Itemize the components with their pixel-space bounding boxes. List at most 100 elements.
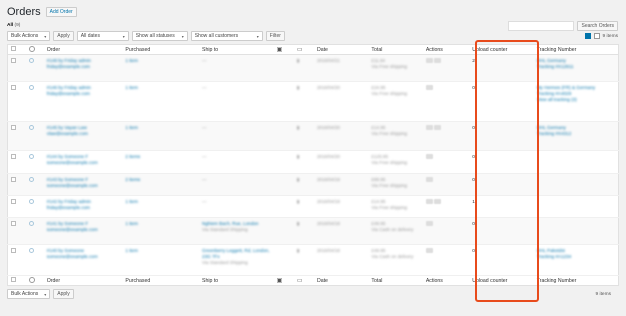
- purchased-column-footer: Purchased: [122, 275, 200, 286]
- date-column-header[interactable]: Date: [313, 44, 369, 55]
- add-order-button[interactable]: Add Order: [45, 7, 77, 17]
- table-row[interactable]: #148 by Friday admin friday@example.com 1…: [7, 54, 619, 82]
- table-row[interactable]: #140 by Someone someone@example.com 1 ite…: [7, 244, 619, 276]
- upload-counter-column-header: Upload counter: [469, 44, 534, 55]
- page-title: Orders: [7, 6, 41, 18]
- purchased-items[interactable]: 1 item: [125, 125, 196, 131]
- status-circle-icon: [28, 45, 35, 52]
- customer-email[interactable]: friday@example.com: [47, 64, 120, 70]
- tracking-number[interactable]: Tracking #X4312: [537, 131, 615, 137]
- view-all-tracking-link[interactable]: View all tracking (3): [537, 97, 615, 103]
- notes-icon: ▮: [296, 248, 300, 253]
- upload-counter-value: 2: [472, 59, 475, 64]
- apply-button[interactable]: Apply: [53, 289, 74, 299]
- order-date: 2016/04/18: [316, 248, 340, 253]
- items-count: 9 items: [602, 33, 618, 39]
- order-column-header[interactable]: Order: [43, 44, 123, 55]
- complete-action-icon[interactable]: [425, 125, 433, 130]
- upload-counter-column-footer: Upload counter: [469, 275, 534, 286]
- filter-button[interactable]: Filter: [265, 31, 285, 41]
- view-action-icon[interactable]: [425, 221, 433, 226]
- purchased-items[interactable]: 2 items: [125, 177, 196, 183]
- ship-to[interactable]: Greenberry Leggett, Rd, London, 23G 7Fx: [202, 248, 271, 260]
- dates-filter-select[interactable]: All dates ▾: [76, 31, 129, 41]
- total-column-header[interactable]: Total: [368, 44, 423, 55]
- chevron-down-icon: ▾: [256, 33, 259, 39]
- search-orders-button[interactable]: Search Orders: [577, 21, 618, 31]
- order-column-footer[interactable]: Order: [43, 275, 123, 286]
- customer-email[interactable]: friday@example.com: [47, 91, 120, 97]
- bulk-actions-select[interactable]: Bulk Actions ▾: [7, 289, 51, 299]
- bulk-actions-select[interactable]: Bulk Actions ▾: [7, 31, 51, 41]
- view-action-icon[interactable]: [425, 154, 433, 159]
- complete-action-icon[interactable]: [425, 58, 433, 63]
- status-column-header[interactable]: [25, 44, 44, 55]
- order-status-icon: [28, 177, 34, 182]
- table-row[interactable]: #142 by Friday admin friday@example.com 1…: [7, 195, 619, 218]
- tracking-number[interactable]: Tracking #A1234: [537, 254, 615, 260]
- view-action-icon[interactable]: [425, 85, 433, 90]
- dates-filter-label: All dates: [80, 33, 100, 39]
- complete-action-icon[interactable]: [425, 199, 433, 204]
- view-switch: 9 items: [584, 33, 618, 39]
- customer-email[interactable]: someone@example.com: [47, 183, 120, 189]
- row-checkbox[interactable]: [11, 125, 16, 130]
- items-count: 9 items: [595, 291, 611, 297]
- order-status-icon: [28, 85, 34, 90]
- row-checkbox[interactable]: [11, 58, 16, 63]
- purchased-items[interactable]: 1 item: [125, 199, 196, 205]
- row-checkbox[interactable]: [11, 248, 16, 253]
- ship-to: —: [202, 199, 207, 204]
- view-action-icon[interactable]: [433, 58, 441, 63]
- row-checkbox[interactable]: [11, 199, 16, 204]
- select-all-checkbox[interactable]: [11, 277, 16, 282]
- customer-email[interactable]: someone@example.com: [47, 160, 120, 166]
- notes-icon: ▮: [296, 221, 300, 226]
- row-checkbox[interactable]: [11, 154, 16, 159]
- table-row[interactable]: #144 by Someone Fsomeone@example.com 2 i…: [7, 150, 619, 174]
- order-date: 2016/04/19: [316, 199, 340, 204]
- table-row[interactable]: #146 by Friday admin friday@example.com 1…: [7, 81, 619, 122]
- table-row[interactable]: #145 by Vayan Law vlaw@example.com 1 item…: [7, 121, 619, 151]
- purchased-items[interactable]: 1 item: [125, 221, 196, 227]
- notes-icon: ▮: [296, 125, 300, 130]
- customer-email[interactable]: someone@example.com: [47, 254, 120, 260]
- row-checkbox[interactable]: [11, 221, 16, 226]
- purchased-items[interactable]: 2 items: [125, 154, 196, 160]
- row-checkbox[interactable]: [11, 85, 16, 90]
- purchased-items[interactable]: 1 item: [125, 248, 196, 254]
- customer-email[interactable]: someone@example.com: [47, 227, 120, 233]
- all-orders-link[interactable]: All: [7, 23, 13, 28]
- view-action-icon[interactable]: [425, 248, 433, 253]
- upload-counter-value: 0: [472, 178, 475, 183]
- view-action-icon[interactable]: [433, 199, 441, 204]
- actions-column-footer: Actions: [422, 275, 470, 286]
- total-subtext: Via Free shipping: [371, 131, 408, 136]
- status-circle-icon: [28, 276, 35, 283]
- total-subtext: Via Free shipping: [371, 205, 408, 210]
- customer-filter-label: Show all customers: [194, 33, 239, 39]
- customer-email[interactable]: friday@example.com: [47, 205, 120, 211]
- table-row[interactable]: #143 by Someone Fsomeone@example.com 2 i…: [7, 173, 619, 196]
- all-orders-count: (9): [14, 23, 21, 28]
- excerpt-view-icon[interactable]: [593, 33, 600, 39]
- total-column-footer[interactable]: Total: [368, 275, 423, 286]
- tracking-number-column-footer: Tracking Number: [533, 275, 619, 286]
- customer-email[interactable]: vlaw@example.com: [47, 131, 120, 137]
- search-input[interactable]: [508, 21, 575, 31]
- purchased-items[interactable]: 1 item: [125, 58, 196, 64]
- tracking-number[interactable]: Tracking #X12911: [537, 64, 615, 70]
- order-status-icon: [28, 154, 34, 159]
- purchased-items[interactable]: 1 item: [125, 85, 196, 91]
- view-action-icon[interactable]: [425, 177, 433, 182]
- apply-button[interactable]: Apply: [53, 31, 74, 41]
- list-view-icon[interactable]: [584, 33, 591, 39]
- chevron-down-icon: ▾: [44, 291, 47, 297]
- status-filter-select[interactable]: Show all statuses ▾: [131, 31, 188, 41]
- row-checkbox[interactable]: [11, 177, 16, 182]
- customer-filter-select[interactable]: Show all customers ▾: [190, 31, 263, 41]
- view-action-icon[interactable]: [433, 125, 441, 130]
- select-all-checkbox[interactable]: [11, 46, 16, 51]
- date-column-footer[interactable]: Date: [313, 275, 369, 286]
- table-row[interactable]: #141 by Someone Fsomeone@example.com 1 i…: [7, 217, 619, 245]
